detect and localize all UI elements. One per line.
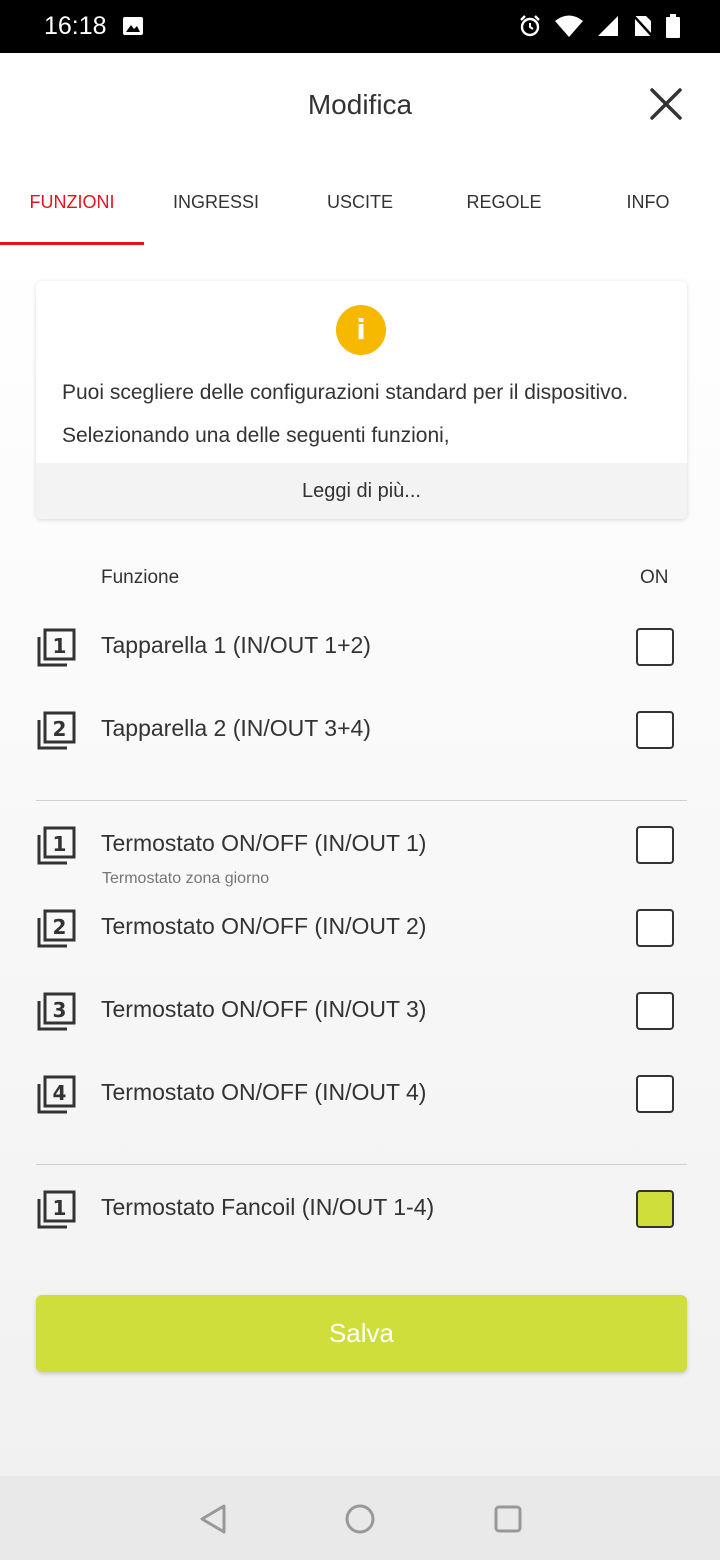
function-row: 2 Termostato ON/OFF (IN/OUT 2) (36, 909, 687, 969)
info-card: i Puoi scegliere delle configurazioni st… (36, 281, 687, 519)
tab-funzioni[interactable]: FUNZIONI (0, 183, 144, 245)
function-checkbox[interactable] (636, 826, 674, 864)
icon-number: 1 (53, 634, 67, 658)
function-row: 3 Termostato ON/OFF (IN/OUT 3) (36, 992, 687, 1052)
numbered-layers-icon: 1 (37, 826, 76, 865)
function-checkbox[interactable] (636, 909, 674, 947)
numbered-layers-icon: 1 (37, 1190, 76, 1229)
app-header: Modifica FUNZIONI INGRESSI USCITE REGOLE… (0, 53, 720, 245)
function-row: 1 Tapparella 1 (IN/OUT 1+2) (36, 628, 687, 688)
save-button[interactable]: Salva (36, 1295, 687, 1372)
divider (36, 1164, 687, 1165)
function-checkbox[interactable] (636, 1075, 674, 1113)
wifi-icon (554, 14, 584, 43)
info-text: Puoi scegliere delle configurazioni stan… (62, 381, 629, 447)
image-notification-icon (122, 16, 144, 41)
home-button[interactable] (343, 1502, 377, 1536)
read-more-button[interactable]: Leggi di più... (36, 463, 687, 519)
function-row: 1 Termostato ON/OFF (IN/OUT 1) Termostat… (36, 826, 687, 887)
back-button[interactable] (196, 1502, 230, 1536)
function-label: Tapparella 2 (IN/OUT 3+4) (101, 715, 371, 741)
alarm-icon (518, 14, 542, 43)
function-row: 2 Tapparella 2 (IN/OUT 3+4) (36, 711, 687, 771)
icon-number: 1 (53, 832, 67, 856)
battery-icon (666, 14, 680, 43)
column-header-on: ON (640, 567, 669, 588)
numbered-layers-icon: 3 (37, 992, 76, 1031)
function-sublabel: Termostato zona giorno (102, 870, 270, 887)
function-checkbox[interactable] (636, 992, 674, 1030)
status-bar: 16:18 (0, 0, 720, 53)
tab-ingressi[interactable]: INGRESSI (144, 183, 288, 245)
close-button[interactable] (645, 83, 687, 125)
close-icon (650, 88, 682, 120)
function-checkbox[interactable] (636, 711, 674, 749)
column-header-function: Funzione (101, 567, 180, 588)
function-label: Termostato ON/OFF (IN/OUT 1) (101, 830, 427, 856)
function-label: Termostato ON/OFF (IN/OUT 4) (101, 1079, 427, 1105)
function-label: Tapparella 1 (IN/OUT 1+2) (101, 632, 371, 658)
tab-info[interactable]: INFO (576, 183, 720, 245)
info-icon: i (336, 305, 386, 355)
home-circle-icon (345, 1504, 375, 1534)
back-triangle-icon (200, 1504, 226, 1534)
function-label: Termostato ON/OFF (IN/OUT 3) (101, 996, 427, 1022)
navigation-bar (0, 1476, 720, 1560)
divider (36, 800, 687, 801)
icon-number: 2 (53, 717, 67, 741)
status-icons (518, 14, 680, 43)
function-label: Termostato Fancoil (IN/OUT 1-4) (101, 1194, 435, 1220)
tab-bar: FUNZIONI INGRESSI USCITE REGOLE INFO (0, 183, 720, 245)
recents-square-icon (494, 1505, 522, 1533)
numbered-layers-icon: 1 (37, 628, 76, 667)
signal-icon (596, 14, 620, 43)
tab-uscite[interactable]: USCITE (288, 183, 432, 245)
icon-number: 1 (53, 1196, 67, 1220)
status-time: 16:18 (44, 12, 107, 40)
icon-number: 2 (53, 915, 67, 939)
icon-number: 3 (53, 998, 67, 1022)
function-row: 4 Termostato ON/OFF (IN/OUT 4) (36, 1075, 687, 1135)
icon-number: 4 (53, 1081, 67, 1105)
function-label: Termostato ON/OFF (IN/OUT 2) (101, 913, 427, 939)
tab-regole[interactable]: REGOLE (432, 183, 576, 245)
no-sim-icon (632, 14, 654, 43)
numbered-layers-icon: 4 (37, 1075, 76, 1114)
main-content: i Puoi scegliere delle configurazioni st… (0, 245, 720, 1476)
numbered-layers-icon: 2 (37, 711, 76, 750)
recents-button[interactable] (491, 1502, 525, 1536)
function-row: 1 Termostato Fancoil (IN/OUT 1-4) (36, 1190, 687, 1250)
function-checkbox[interactable] (636, 628, 674, 666)
numbered-layers-icon: 2 (37, 909, 76, 948)
page-title: Modifica (307, 89, 413, 120)
function-checkbox[interactable] (636, 1190, 674, 1228)
